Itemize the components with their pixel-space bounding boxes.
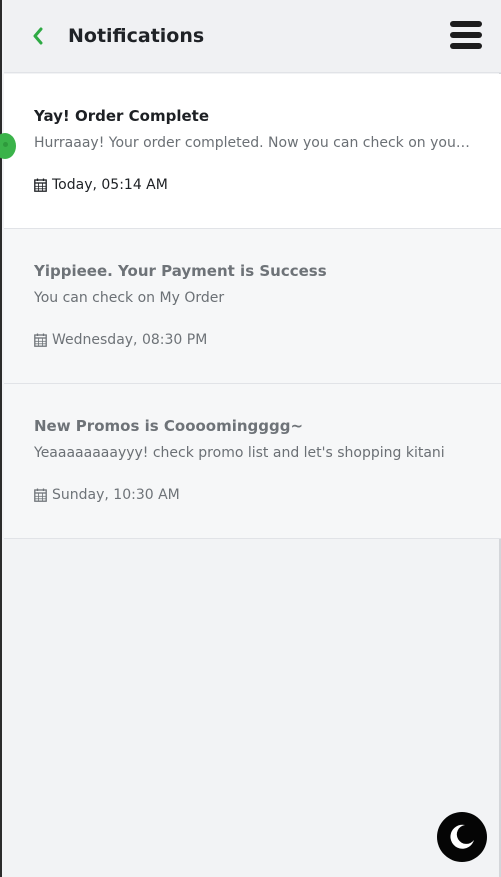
calendar-icon xyxy=(34,488,47,502)
notification-item[interactable]: New Promos is Coooomingggg~ Yeaaaaaaaayy… xyxy=(4,384,501,539)
notification-body: You can check on My Order xyxy=(34,290,225,306)
notification-item[interactable]: Yay! Order Complete Hurraaay! Your order… xyxy=(0,74,501,229)
unread-indicator xyxy=(0,133,16,159)
notification-item[interactable]: Yippieee. Your Payment is Success You ca… xyxy=(4,229,501,384)
notification-title: Yippieee. Your Payment is Success xyxy=(34,262,327,280)
app-frame: Notifications Yay! Order Complete Hurraa… xyxy=(0,0,501,877)
notification-date: Today, 05:14 AM xyxy=(34,177,168,193)
page-title: Notifications xyxy=(68,25,205,47)
chevron-left-icon xyxy=(33,27,43,45)
dark-mode-toggle-button[interactable] xyxy=(437,812,487,862)
notification-date: Wednesday, 08:30 PM xyxy=(34,332,207,348)
moon-icon xyxy=(450,824,474,849)
notification-date: Sunday, 10:30 AM xyxy=(34,487,180,503)
back-button[interactable] xyxy=(26,22,50,50)
notification-title: New Promos is Coooomingggg~ xyxy=(34,417,304,435)
notification-body: Hurraaay! Your order completed. Now you … xyxy=(34,135,474,151)
date-text: Today, 05:14 AM xyxy=(52,177,168,193)
date-text: Wednesday, 08:30 PM xyxy=(52,332,208,348)
header: Notifications xyxy=(4,0,501,73)
date-text: Sunday, 10:30 AM xyxy=(52,487,180,503)
hamburger-menu-icon[interactable] xyxy=(450,20,482,50)
notification-title: Yay! Order Complete xyxy=(34,107,210,125)
calendar-icon xyxy=(34,333,47,347)
notification-body: Yeaaaaaaaayyy! check promo list and let'… xyxy=(34,445,445,461)
notification-list: Yay! Order Complete Hurraaay! Your order… xyxy=(0,74,501,539)
calendar-icon xyxy=(34,178,47,192)
